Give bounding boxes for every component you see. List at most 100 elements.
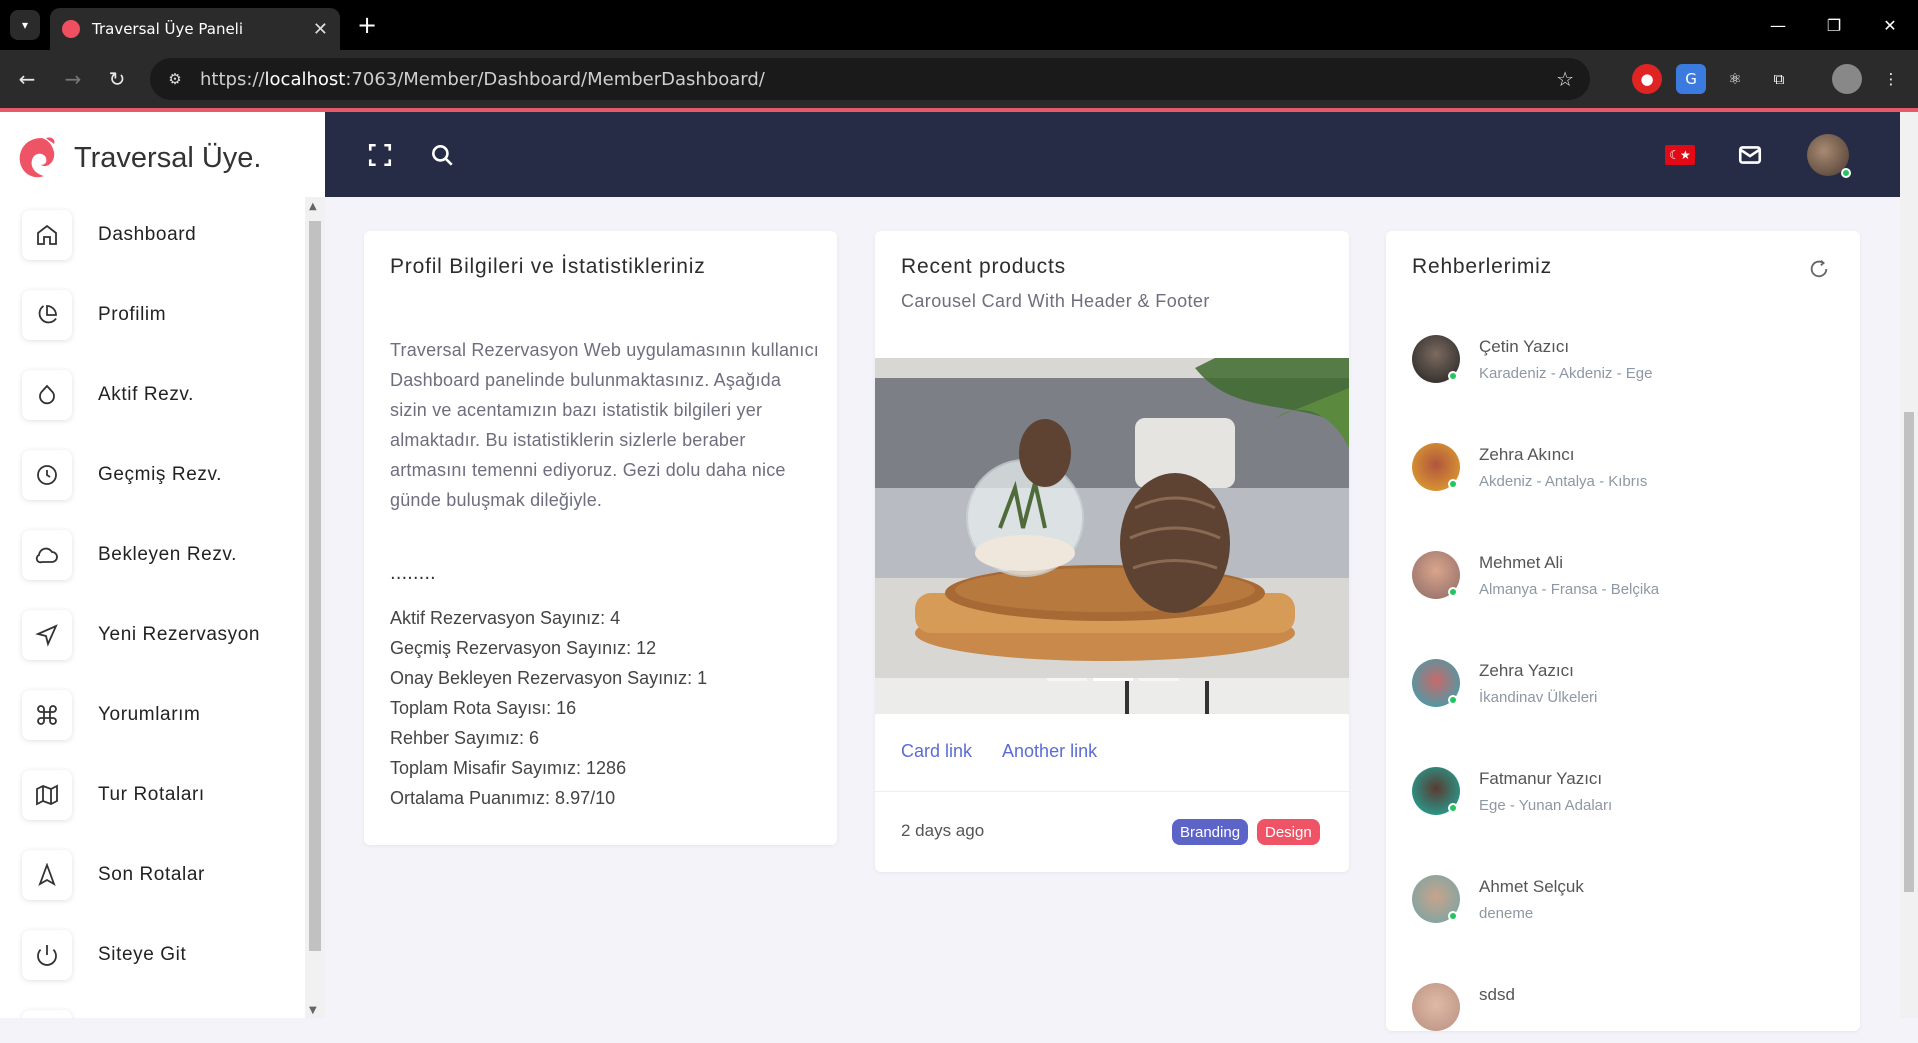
guide-name: sdsd [1479,985,1515,1004]
minimize-button[interactable]: — [1758,10,1798,40]
online-status-dot [1448,803,1458,813]
guide-name: Mehmet Ali [1479,553,1564,572]
sidebar-item-yorumlarim[interactable]: Yorumlarım [22,687,200,743]
sidebar-item-label: Dashboard [98,224,197,245]
carousel-photo-illustration [875,358,1349,714]
online-status-dot [1841,168,1851,178]
card-divider [875,791,1349,792]
guide-name: Çetin Yazıcı [1479,337,1570,356]
online-status-dot [1448,695,1458,705]
browser-menu-icon[interactable]: ⋮ [1876,64,1906,94]
cloud-icon [22,530,72,580]
stat-item: Aktif Rezervasyon Sayınız: 4 [390,608,621,628]
page-scroll-thumb[interactable] [1904,412,1914,892]
guide-name: Zehra Akıncı [1479,445,1575,464]
refresh-icon[interactable] [1808,258,1830,280]
window-close-button[interactable]: ✕ [1870,10,1910,40]
brand-name: Traversal Üye. [74,141,262,174]
guide-routes: Akdeniz - Antalya - Kıbrıs [1479,473,1648,490]
translate-extension-icon[interactable]: G [1676,64,1706,94]
card-link[interactable]: Card link [901,741,972,762]
sidebar: Traversal Üye. Dashboard Profilim Aktif … [0,112,325,1018]
address-bar[interactable]: ⚙ https://localhost:7063/Member/Dashboar… [150,58,1590,100]
sidebar-item-partial[interactable] [22,1007,72,1018]
guides-card: Rehberlerimiz Çetin Yazıcı Karadeniz - A… [1386,231,1860,1031]
guide-item[interactable]: Ahmet Selçuk deneme [1412,875,1832,935]
clock-icon [22,450,72,500]
partial-icon [22,1010,72,1018]
sidebar-item-profilim[interactable]: Profilim [22,287,166,343]
top-header: ☾★ [325,112,1900,197]
new-tab-button[interactable]: + [352,10,382,40]
maximize-button[interactable]: ❐ [1814,10,1854,40]
turkish-flag-icon[interactable]: ☾★ [1665,145,1695,165]
sidebar-scroll-thumb[interactable] [309,221,321,951]
profile-avatar-icon[interactable] [1832,64,1862,94]
scroll-up-icon[interactable]: ▲ [309,201,317,212]
back-button[interactable]: ← [12,64,42,94]
timestamp: 2 days ago [901,821,985,840]
guide-name: Fatmanur Yazıcı [1479,769,1603,788]
sidebar-item-label: Yorumlarım [98,704,201,725]
extensions-puzzle-icon[interactable]: ⧉ [1764,64,1794,94]
sidebar-item-label: Yeni Rezervasyon [98,624,261,645]
sidebar-item-siteye-git[interactable]: Siteye Git [22,927,186,983]
bookmark-star-icon[interactable]: ☆ [1556,67,1574,91]
forward-button[interactable]: → [58,64,88,94]
guide-item[interactable]: Zehra Akıncı Akdeniz - Antalya - Kıbrıs [1412,443,1832,503]
guide-item[interactable]: sdsd [1412,983,1832,1043]
guide-routes: Almanya - Fransa - Belçika [1479,581,1660,598]
mail-icon[interactable] [1733,138,1767,172]
sidebar-item-label: Bekleyen Rezv. [98,544,237,565]
sidebar-item-label: Tur Rotaları [98,784,205,805]
guide-item[interactable]: Mehmet Ali Almanya - Fransa - Belçika [1412,551,1832,611]
fullscreen-icon[interactable] [363,138,397,172]
profile-stats-card: Profil Bilgileri ve İstatistikleriniz Tr… [364,231,837,845]
search-icon[interactable] [425,138,459,172]
guide-item[interactable]: Fatmanur Yazıcı Ege - Yunan Adaları [1412,767,1832,827]
sidebar-item-tur-rotalari[interactable]: Tur Rotaları [22,767,205,823]
tab-title: Traversal Üye Paneli [92,20,244,38]
brand-logo-icon [19,137,55,178]
recent-products-card: Recent products Carousel Card With Heade… [875,231,1349,872]
page-scrollbar[interactable] [1900,112,1918,1018]
scroll-down-icon[interactable]: ▼ [309,1005,317,1016]
sidebar-item-label: Profilim [98,304,167,325]
react-devtools-icon[interactable]: ⚛ [1720,64,1750,94]
profile-description: Traversal Rezervasyon Web uygulamasının … [390,340,819,510]
sidebar-item-gecmis-rezv[interactable]: Geçmiş Rezv. [22,447,222,503]
sidebar-item-label: Son Rotalar [98,864,205,885]
another-link[interactable]: Another link [1002,741,1097,762]
sidebar-item-bekleyen-rezv[interactable]: Bekleyen Rezv. [22,527,237,583]
navigation-2-icon [22,850,72,900]
guide-item[interactable]: Çetin Yazıcı Karadeniz - Akdeniz - Ege [1412,335,1832,395]
sidebar-item-label: Aktif Rezv. [98,384,194,405]
sidebar-item-label: Siteye Git [98,944,187,965]
navigation-icon [22,610,72,660]
browser-toolbar: ← → ↻ ⚙ https://localhost:7063/Member/Da… [0,50,1918,108]
carousel-image[interactable] [875,358,1349,714]
sidebar-item-yeni-rezervasyon[interactable]: Yeni Rezervasyon [22,607,260,663]
sidebar-item-dashboard[interactable]: Dashboard [22,207,196,263]
home-icon [22,210,72,260]
card-title: Recent products [901,255,1066,278]
site-info-icon[interactable]: ⚙ [164,68,186,90]
sidebar-scrollbar[interactable]: ▲ ▼ [305,197,325,1018]
tab-search-button[interactable]: ▾ [10,10,40,40]
online-status-dot [1448,371,1458,381]
stat-item: Geçmiş Rezervasyon Sayınız: 12 [390,638,657,658]
browser-tab[interactable]: Traversal Üye Paneli ✕ [50,8,340,50]
design-badge: Design [1257,819,1320,845]
sidebar-item-son-rotalar[interactable]: Son Rotalar [22,847,205,903]
reload-button[interactable]: ↻ [102,64,132,94]
card-title: Rehberlerimiz [1412,255,1552,278]
url-prefix: https:// [200,68,265,90]
sidebar-item-aktif-rezv[interactable]: Aktif Rezv. [22,367,194,423]
droplet-icon [22,370,72,420]
brand[interactable]: Traversal Üye. [16,128,261,188]
browser-tab-bar: ▾ Traversal Üye Paneli ✕ + — ❐ ✕ [0,0,1918,50]
tab-close-icon[interactable]: ✕ [313,19,328,40]
extension-red-icon[interactable]: ● [1632,64,1662,94]
url-path: :7063/Member/Dashboard/MemberDashboard/ [345,68,765,90]
guide-item[interactable]: Zehra Yazıcı İkandinav Ülkeleri [1412,659,1832,719]
